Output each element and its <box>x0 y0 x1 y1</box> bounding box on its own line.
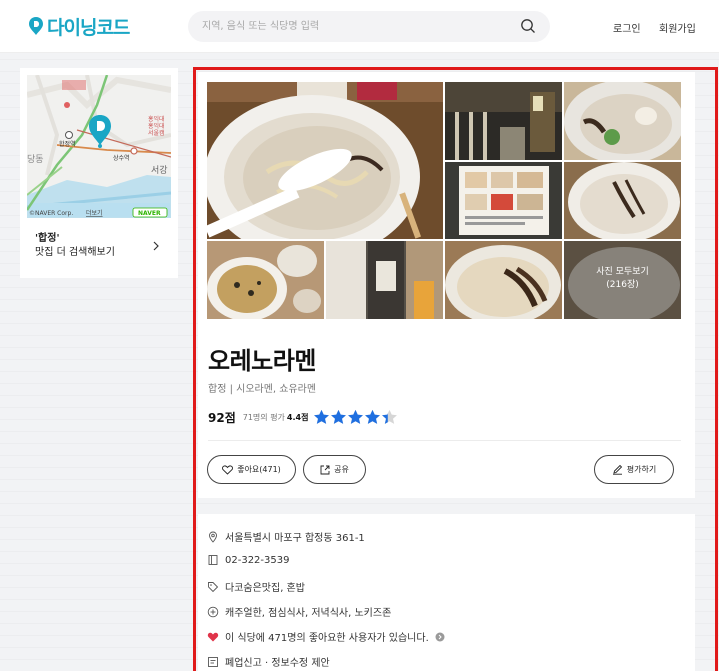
map-label-hongik-2: 홍익대 <box>148 122 165 130</box>
map-label-hongik-3: 서울캠 <box>148 129 165 137</box>
chevron-right-icon[interactable] <box>151 241 161 251</box>
map-card: 합정역 상수역 서강 당동 홍익대 홍익대 서울캠 ©NAVER Corp. 더… <box>20 68 178 278</box>
map-search-label: 맛집 더 검색해보기 <box>35 247 115 258</box>
map-search-link[interactable]: '합정' 맛집 더 검색해보기 <box>35 232 115 260</box>
logo-icon <box>29 17 43 35</box>
search-bar[interactable] <box>188 11 550 42</box>
map-search-query: '합정' <box>35 233 60 244</box>
signup-link[interactable]: 회원가입 <box>659 20 696 35</box>
map-label-sangsu: 상수역 <box>113 154 130 162</box>
logo[interactable]: 다이닝코드 <box>28 13 130 39</box>
map-label-dang: 당동 <box>27 154 44 165</box>
search-input[interactable] <box>202 11 502 42</box>
highlight-frame <box>193 67 718 671</box>
map-label-hongik-1: 홍익대 <box>148 115 165 123</box>
login-link[interactable]: 로그인 <box>613 20 641 35</box>
map-label-hapjeong: 합정역 <box>59 140 76 148</box>
logo-text: 다이닝코드 <box>47 16 130 39</box>
search-icon[interactable] <box>520 18 536 34</box>
mini-map[interactable]: 합정역 상수역 서강 당동 홍익대 홍익대 서울캠 ©NAVER Corp. 더… <box>27 75 171 218</box>
top-header: 다이닝코드 로그인 회원가입 <box>0 0 719 53</box>
naver-logo: NAVER <box>138 210 161 217</box>
map-credit: ©NAVER Corp. <box>29 210 73 217</box>
map-more-link[interactable]: 더보기 <box>86 209 103 217</box>
map-graphic: 합정역 상수역 서강 당동 홍익대 홍익대 서울캠 ©NAVER Corp. 더… <box>27 75 171 218</box>
map-label-seogang: 서강 <box>151 165 168 176</box>
